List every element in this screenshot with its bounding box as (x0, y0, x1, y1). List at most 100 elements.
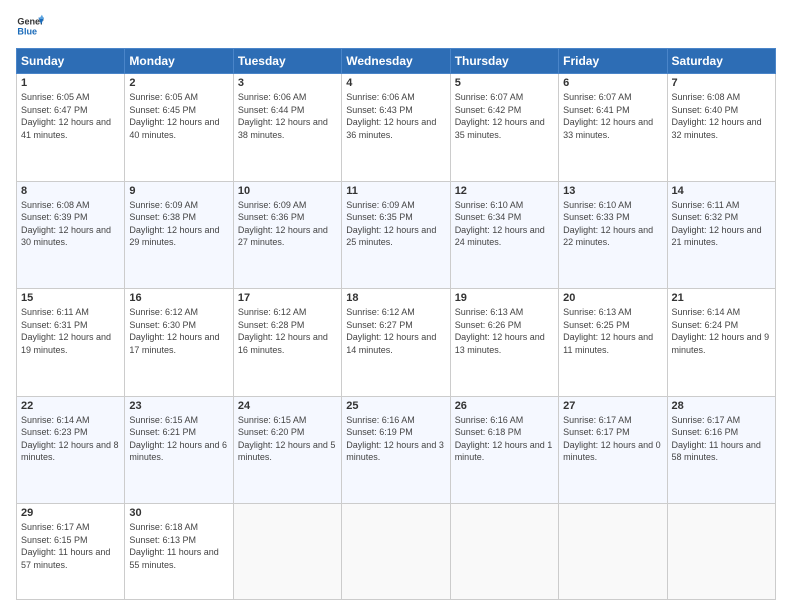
day-info: Sunrise: 6:06 AMSunset: 6:43 PMDaylight:… (346, 91, 445, 141)
day-info: Sunrise: 6:15 AMSunset: 6:21 PMDaylight:… (129, 414, 228, 464)
day-number: 10 (238, 185, 337, 197)
day-info: Sunrise: 6:13 AMSunset: 6:26 PMDaylight:… (455, 306, 554, 356)
table-cell: 6 Sunrise: 6:07 AMSunset: 6:41 PMDaylight… (559, 74, 667, 182)
col-tuesday: Tuesday (233, 49, 341, 74)
logo-icon: General Blue (16, 12, 44, 40)
logo: General Blue (16, 12, 48, 40)
day-info: Sunrise: 6:09 AMSunset: 6:35 PMDaylight:… (346, 199, 445, 249)
table-cell: 25 Sunrise: 6:16 AMSunset: 6:19 PMDayligh… (342, 396, 450, 504)
day-info: Sunrise: 6:11 AMSunset: 6:32 PMDaylight:… (672, 199, 771, 249)
day-info: Sunrise: 6:14 AMSunset: 6:23 PMDaylight:… (21, 414, 120, 464)
day-number: 27 (563, 400, 662, 412)
table-cell: 12 Sunrise: 6:10 AMSunset: 6:34 PMDayligh… (450, 181, 558, 289)
table-cell: 4 Sunrise: 6:06 AMSunset: 6:43 PMDaylight… (342, 74, 450, 182)
table-cell: 11 Sunrise: 6:09 AMSunset: 6:35 PMDayligh… (342, 181, 450, 289)
day-number: 24 (238, 400, 337, 412)
day-info: Sunrise: 6:13 AMSunset: 6:25 PMDaylight:… (563, 306, 662, 356)
day-number: 22 (21, 400, 120, 412)
table-cell: 22 Sunrise: 6:14 AMSunset: 6:23 PMDayligh… (17, 396, 125, 504)
page: General Blue Sunday Monday Tuesday Wedne… (0, 0, 792, 612)
day-info: Sunrise: 6:18 AMSunset: 6:13 PMDaylight:… (129, 521, 228, 571)
day-number: 25 (346, 400, 445, 412)
day-info: Sunrise: 6:17 AMSunset: 6:16 PMDaylight:… (672, 414, 771, 464)
day-info: Sunrise: 6:16 AMSunset: 6:18 PMDaylight:… (455, 414, 554, 464)
day-info: Sunrise: 6:06 AMSunset: 6:44 PMDaylight:… (238, 91, 337, 141)
day-number: 7 (672, 77, 771, 89)
day-info: Sunrise: 6:08 AMSunset: 6:39 PMDaylight:… (21, 199, 120, 249)
table-cell: 26 Sunrise: 6:16 AMSunset: 6:18 PMDayligh… (450, 396, 558, 504)
day-number: 21 (672, 292, 771, 304)
day-number: 13 (563, 185, 662, 197)
calendar-table: Sunday Monday Tuesday Wednesday Thursday… (16, 48, 776, 600)
table-cell (559, 504, 667, 600)
day-number: 26 (455, 400, 554, 412)
day-number: 3 (238, 77, 337, 89)
day-info: Sunrise: 6:17 AMSunset: 6:15 PMDaylight:… (21, 521, 120, 571)
day-info: Sunrise: 6:14 AMSunset: 6:24 PMDaylight:… (672, 306, 771, 356)
table-cell (233, 504, 341, 600)
day-number: 17 (238, 292, 337, 304)
day-info: Sunrise: 6:17 AMSunset: 6:17 PMDaylight:… (563, 414, 662, 464)
day-info: Sunrise: 6:10 AMSunset: 6:34 PMDaylight:… (455, 199, 554, 249)
day-info: Sunrise: 6:15 AMSunset: 6:20 PMDaylight:… (238, 414, 337, 464)
day-info: Sunrise: 6:05 AMSunset: 6:45 PMDaylight:… (129, 91, 228, 141)
day-number: 15 (21, 292, 120, 304)
table-cell: 8 Sunrise: 6:08 AMSunset: 6:39 PMDaylight… (17, 181, 125, 289)
table-cell (667, 504, 775, 600)
table-cell: 28 Sunrise: 6:17 AMSunset: 6:16 PMDayligh… (667, 396, 775, 504)
day-info: Sunrise: 6:07 AMSunset: 6:42 PMDaylight:… (455, 91, 554, 141)
day-number: 23 (129, 400, 228, 412)
table-cell: 21 Sunrise: 6:14 AMSunset: 6:24 PMDayligh… (667, 289, 775, 397)
day-info: Sunrise: 6:12 AMSunset: 6:28 PMDaylight:… (238, 306, 337, 356)
table-cell: 24 Sunrise: 6:15 AMSunset: 6:20 PMDayligh… (233, 396, 341, 504)
day-number: 6 (563, 77, 662, 89)
day-info: Sunrise: 6:07 AMSunset: 6:41 PMDaylight:… (563, 91, 662, 141)
svg-text:Blue: Blue (17, 26, 37, 36)
table-cell: 17 Sunrise: 6:12 AMSunset: 6:28 PMDayligh… (233, 289, 341, 397)
day-number: 16 (129, 292, 228, 304)
col-saturday: Saturday (667, 49, 775, 74)
table-cell: 3 Sunrise: 6:06 AMSunset: 6:44 PMDaylight… (233, 74, 341, 182)
day-number: 29 (21, 507, 120, 519)
table-cell: 15 Sunrise: 6:11 AMSunset: 6:31 PMDayligh… (17, 289, 125, 397)
day-info: Sunrise: 6:11 AMSunset: 6:31 PMDaylight:… (21, 306, 120, 356)
table-cell: 10 Sunrise: 6:09 AMSunset: 6:36 PMDayligh… (233, 181, 341, 289)
day-info: Sunrise: 6:16 AMSunset: 6:19 PMDaylight:… (346, 414, 445, 464)
day-number: 5 (455, 77, 554, 89)
col-monday: Monday (125, 49, 233, 74)
table-cell (342, 504, 450, 600)
col-friday: Friday (559, 49, 667, 74)
day-number: 19 (455, 292, 554, 304)
day-number: 2 (129, 77, 228, 89)
calendar-header-row: Sunday Monday Tuesday Wednesday Thursday… (17, 49, 776, 74)
day-number: 9 (129, 185, 228, 197)
table-cell: 29 Sunrise: 6:17 AMSunset: 6:15 PMDayligh… (17, 504, 125, 600)
day-info: Sunrise: 6:10 AMSunset: 6:33 PMDaylight:… (563, 199, 662, 249)
table-cell: 14Sunrise: 6:11 AMSunset: 6:32 PMDayligh… (667, 181, 775, 289)
day-info: Sunrise: 6:12 AMSunset: 6:30 PMDaylight:… (129, 306, 228, 356)
day-number: 18 (346, 292, 445, 304)
table-cell: 19 Sunrise: 6:13 AMSunset: 6:26 PMDayligh… (450, 289, 558, 397)
day-info: Sunrise: 6:09 AMSunset: 6:36 PMDaylight:… (238, 199, 337, 249)
col-thursday: Thursday (450, 49, 558, 74)
table-cell: 20 Sunrise: 6:13 AMSunset: 6:25 PMDayligh… (559, 289, 667, 397)
header: General Blue (16, 12, 776, 40)
day-number: 11 (346, 185, 445, 197)
day-info: Sunrise: 6:05 AMSunset: 6:47 PMDaylight:… (21, 91, 120, 141)
col-wednesday: Wednesday (342, 49, 450, 74)
day-number: 20 (563, 292, 662, 304)
day-info: Sunrise: 6:08 AMSunset: 6:40 PMDaylight:… (672, 91, 771, 141)
day-number: 28 (672, 400, 771, 412)
day-number: 4 (346, 77, 445, 89)
table-cell: 16 Sunrise: 6:12 AMSunset: 6:30 PMDayligh… (125, 289, 233, 397)
day-number: 30 (129, 507, 228, 519)
day-number: 12 (455, 185, 554, 197)
table-cell: 5 Sunrise: 6:07 AMSunset: 6:42 PMDaylight… (450, 74, 558, 182)
day-info: Sunrise: 6:09 AMSunset: 6:38 PMDaylight:… (129, 199, 228, 249)
table-cell: 18Sunrise: 6:12 AMSunset: 6:27 PMDayligh… (342, 289, 450, 397)
day-number: 1 (21, 77, 120, 89)
day-number: 8 (21, 185, 120, 197)
table-cell: 27 Sunrise: 6:17 AMSunset: 6:17 PMDayligh… (559, 396, 667, 504)
table-cell: 23 Sunrise: 6:15 AMSunset: 6:21 PMDayligh… (125, 396, 233, 504)
col-sunday: Sunday (17, 49, 125, 74)
